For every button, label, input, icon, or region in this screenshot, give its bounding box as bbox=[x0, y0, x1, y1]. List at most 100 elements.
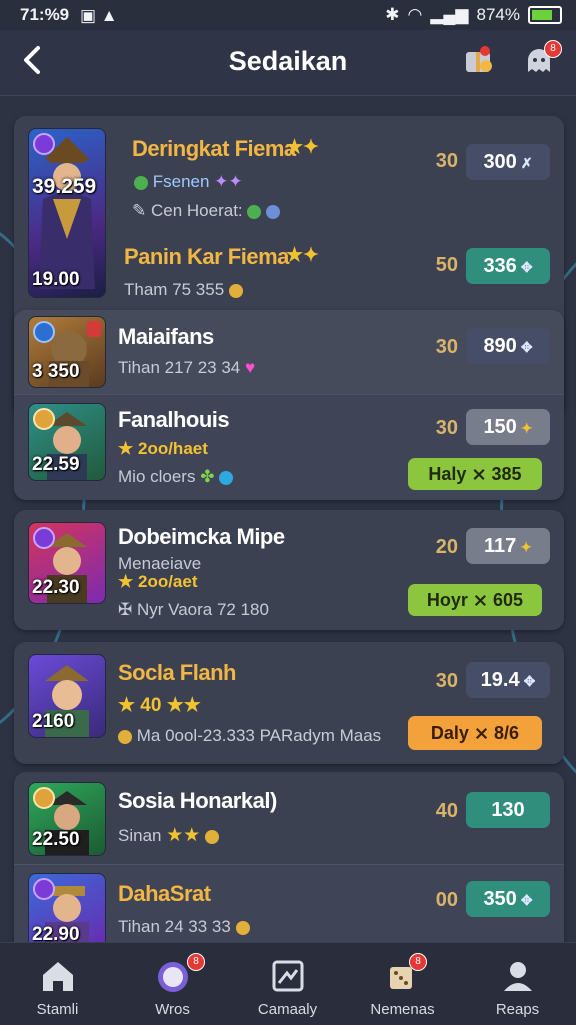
player-detail: ✎ Cen Hoerat: bbox=[132, 201, 281, 221]
score-button[interactable]: 300 ✗ bbox=[466, 144, 550, 180]
score-button[interactable]: 150 ✦ bbox=[466, 409, 550, 445]
gem-icon bbox=[247, 204, 262, 219]
detail-text: Ma 0ool-23.333 PARadym Maas bbox=[136, 726, 382, 745]
list-group: 22.30 Dobeimcka Mipe Menaeiave ★ 2oo/aet… bbox=[14, 510, 564, 630]
avatar: 2160 bbox=[28, 654, 106, 738]
subtitle-text: Tihan 24 33 33 bbox=[118, 917, 231, 936]
score-value: 150 bbox=[483, 416, 517, 438]
star-icon: ★★ bbox=[166, 825, 201, 846]
score-button[interactable]: 19.4 ✥ bbox=[466, 662, 550, 698]
player-detail: Mio cloers ✤ bbox=[118, 467, 234, 487]
player-name: Deringkat Fiema bbox=[132, 136, 296, 161]
star-rating: ★✦ bbox=[286, 137, 319, 158]
nav-item-wros[interactable]: 8 Wros bbox=[115, 943, 230, 1025]
subtitle-text: Fsenen bbox=[152, 172, 210, 191]
class-icon bbox=[33, 408, 55, 430]
score-button[interactable]: 336 ✥ bbox=[466, 248, 550, 284]
list-item[interactable]: 22.30 Dobeimcka Mipe Menaeiave ★ 2oo/aet… bbox=[14, 510, 564, 630]
list-group: 22.50 Sosia Honarkal) Sinan ★★ 40 130 22… bbox=[14, 772, 564, 942]
avatar: 22.59 bbox=[28, 403, 106, 481]
nav-label: Stamli bbox=[36, 1001, 79, 1018]
bluetooth-icon: ✱ bbox=[385, 5, 400, 24]
star-rating: ★ 2oo/aet bbox=[118, 572, 198, 592]
shield-icon bbox=[266, 204, 281, 219]
star-icon: ★ bbox=[118, 439, 134, 458]
bottom-navigation: Stamli 8 Wros Camaaly 8 Nemenas Reaps bbox=[0, 942, 576, 1025]
player-name: Sosia Honarkal) bbox=[118, 788, 277, 813]
star-rating: ★ 40 ★★ bbox=[118, 695, 201, 716]
list-item[interactable]: 22.50 Sosia Honarkal) Sinan ★★ 40 130 bbox=[14, 772, 564, 864]
nav-item-nemenas[interactable]: 8 Nemenas bbox=[345, 943, 460, 1025]
rating-text: 2oo/haet bbox=[137, 439, 208, 458]
rank-score: 20 bbox=[435, 536, 458, 558]
avatar: 3 350 bbox=[28, 316, 106, 388]
rank-score: 40 bbox=[435, 800, 458, 822]
player-name-alt: Panin Kar Fiema bbox=[124, 244, 289, 269]
detail-text: Cen Hoerat: bbox=[150, 201, 243, 220]
player-name: Fanalhouis bbox=[118, 407, 230, 432]
avatar-level: 39.259 bbox=[32, 175, 97, 198]
action-button[interactable]: Daly ⨯ 8/6 bbox=[408, 716, 542, 750]
player-name: Maiaifans bbox=[118, 324, 214, 349]
subtitle-text: Sinan bbox=[118, 826, 162, 845]
score-value: 300 bbox=[483, 151, 517, 173]
player-subtitle: Fsenen ✦✦ bbox=[134, 172, 243, 192]
list-item[interactable]: 22.90 DahaSrat Tihan 24 33 33 00 350 ✥ bbox=[14, 864, 564, 942]
star-rating-alt: ★✦ bbox=[286, 245, 319, 266]
player-name: Socla Flanh bbox=[118, 660, 236, 685]
detail-text: Mio cloers bbox=[118, 467, 196, 486]
signal-icon: ▂▄▆ bbox=[430, 5, 469, 24]
score-button[interactable]: 350 ✥ bbox=[466, 881, 550, 917]
medal-icon bbox=[118, 729, 132, 744]
status-bar: 71:%9 ▣ ▲ ✱ ◠ ▂▄▆ 874% bbox=[0, 0, 576, 30]
avatar: 22.90 bbox=[28, 873, 106, 942]
nav-label: Camaaly bbox=[257, 1001, 318, 1018]
nav-item-home[interactable]: Stamli bbox=[0, 943, 115, 1025]
list-item[interactable]: 2160 Socla Flanh ★ 40 ★★ Ma 0ool-23.333 … bbox=[14, 642, 564, 764]
medal-icon bbox=[228, 283, 243, 298]
score-value: 130 bbox=[491, 799, 525, 821]
avatar-level-2: 19.00 bbox=[32, 269, 80, 290]
list-item[interactable]: 22.59 Fanalhouis ★ 2oo/haet Mio cloers ✤… bbox=[14, 394, 564, 500]
action-button[interactable]: Haly ⨯ 385 bbox=[408, 458, 542, 490]
subtitle-text: Tham 75 355 bbox=[124, 280, 225, 299]
score-button[interactable]: 117 ✦ bbox=[466, 528, 550, 564]
star-rating: ★ 2oo/haet bbox=[118, 439, 208, 459]
rating-text: 2oo/aet bbox=[137, 572, 198, 591]
battery-percent: 874% bbox=[476, 5, 520, 24]
medal-icon bbox=[235, 920, 250, 935]
star-icon: ★ bbox=[118, 572, 134, 591]
score-button[interactable]: 890 ✥ bbox=[466, 328, 550, 364]
avatar-level: 22.50 bbox=[32, 829, 80, 850]
player-detail: ✠ Nyr Vaora 72 180 bbox=[118, 600, 269, 620]
player-subtitle: Menaeiave bbox=[118, 554, 202, 573]
rank-score: 50 bbox=[435, 254, 458, 276]
gem-icon bbox=[219, 470, 234, 485]
player-subtitle: Tihan 24 33 33 bbox=[118, 917, 250, 937]
score-button[interactable]: 130 bbox=[466, 792, 550, 828]
avatar-level: 22.30 bbox=[32, 577, 80, 598]
class-icon bbox=[33, 133, 55, 155]
rank-score: 30 bbox=[435, 336, 458, 358]
score-value: 336 bbox=[483, 255, 517, 277]
nav-item-reaps[interactable]: Reaps bbox=[460, 943, 575, 1025]
list-item[interactable]: 3 350 Maiaifans Tihan 217 23 34 ♥ 30 890… bbox=[14, 310, 564, 394]
class-icon bbox=[33, 321, 55, 343]
nav-label: Wros bbox=[155, 1001, 190, 1018]
nav-item-camaaly[interactable]: Camaaly bbox=[230, 943, 345, 1025]
rank-flag-icon bbox=[87, 321, 101, 337]
action-button[interactable]: Hoyr ⨯ 605 bbox=[408, 584, 542, 616]
list-group: 3 350 Maiaifans Tihan 217 23 34 ♥ 30 890… bbox=[14, 310, 564, 500]
medal-icon bbox=[205, 829, 220, 844]
rank-score: 30 bbox=[435, 150, 458, 172]
status-time: 71:%9 bbox=[20, 5, 70, 24]
app-header: Sedaikan 8 bbox=[0, 30, 576, 96]
player-name: Dobeimcka Mipe bbox=[118, 524, 285, 549]
gift-icon[interactable] bbox=[462, 44, 496, 78]
heart-gem-icon: ♥ bbox=[244, 358, 256, 377]
player-name: DahaSrat bbox=[118, 881, 211, 906]
score-icon: ✥ bbox=[523, 673, 536, 689]
wrench-icon: ✎ bbox=[132, 201, 147, 220]
avatar-level: 2160 bbox=[32, 711, 75, 732]
detail-text: Nyr Vaora 72 180 bbox=[136, 600, 269, 619]
